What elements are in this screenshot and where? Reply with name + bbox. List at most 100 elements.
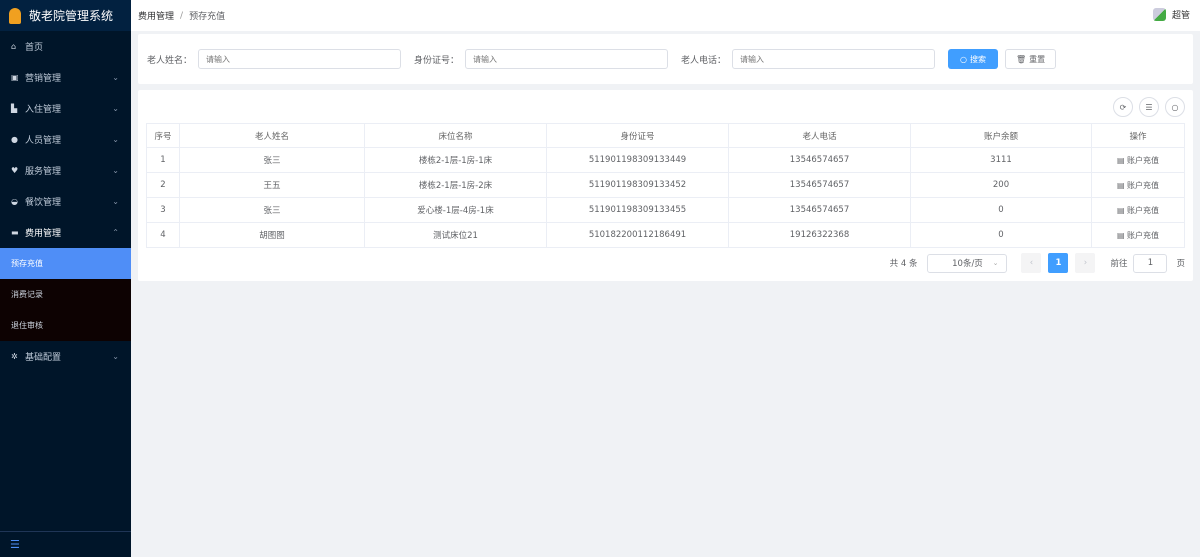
next-page-button[interactable]: › — [1075, 253, 1095, 273]
recharge-label: 账户充值 — [1127, 156, 1159, 165]
column-header: 账户余额 — [911, 124, 1092, 148]
search-form: 老人姓名： 身份证号： 老人电话： ○搜索 🗑重置 — [138, 34, 1193, 84]
table-cell: 13546574657 — [729, 198, 911, 223]
top-header: 费用管理 / 预存充值 超管 — [131, 0, 1200, 31]
sidebar-item-label: 入住管理 — [25, 102, 61, 115]
action-cell: ▤ 账户充值 — [1092, 223, 1185, 248]
table-cell: 511901198309133452 — [547, 173, 729, 198]
table-cell: 13546574657 — [729, 173, 911, 198]
page-suffix: 页 — [1176, 257, 1185, 269]
columns-settings-button[interactable]: ☰ — [1139, 97, 1159, 117]
user-name: 超管 — [1172, 8, 1190, 21]
wallet-icon: ▤ — [1117, 181, 1127, 190]
table-row: 3张三爱心楼-1层-4房-1床5119011983091334551354657… — [147, 198, 1185, 223]
sidebar-item-3[interactable]: ●人员管理⌄ — [0, 124, 131, 155]
refresh-button[interactable]: ⟳ — [1113, 97, 1133, 117]
sidebar-item-label: 首页 — [25, 40, 43, 53]
breadcrumb-parent[interactable]: 费用管理 — [138, 9, 174, 22]
table-row: 1张三楼栋2-1层-1房-1床5119011983091334491354657… — [147, 148, 1185, 173]
search-icon: ○ — [960, 55, 967, 64]
sidebar-item-label: 营销管理 — [25, 71, 61, 84]
app-logo[interactable]: 敬老院管理系统 — [0, 0, 131, 31]
table-cell: 楼栋2-1层-1房-2床 — [365, 173, 547, 198]
column-header: 老人姓名 — [180, 124, 365, 148]
collapse-sidebar-button[interactable]: ☰ — [0, 531, 131, 557]
wallet-icon: ▤ — [1117, 231, 1127, 240]
chevron-down-icon: ⌄ — [112, 135, 119, 144]
reset-button[interactable]: 🗑重置 — [1005, 49, 1056, 69]
trash-icon: 🗑 — [1016, 55, 1026, 64]
recharge-table: 序号老人姓名床位名称身份证号老人电话账户余额操作 1张三楼栋2-1层-1房-1床… — [146, 123, 1185, 248]
app-title: 敬老院管理系统 — [29, 7, 113, 24]
table-cell: 511901198309133449 — [547, 148, 729, 173]
wallet-icon: ▤ — [1117, 156, 1127, 165]
user-menu[interactable]: 超管 — [1153, 8, 1190, 21]
user-icon: ● — [11, 135, 21, 144]
recharge-button[interactable]: ▤ 账户充值 — [1117, 181, 1159, 190]
name-input[interactable] — [198, 49, 401, 69]
submenu-item-1[interactable]: 消费记录 — [0, 279, 131, 310]
table-cell: 张三 — [180, 198, 365, 223]
total-count: 共 4 条 — [890, 257, 918, 269]
id-label: 身份证号： — [414, 53, 459, 66]
chevron-down-icon: ⌄ — [112, 352, 119, 361]
action-cell: ▤ 账户充值 — [1092, 198, 1185, 223]
id-number-input[interactable] — [465, 49, 668, 69]
toggle-search-button[interactable]: ○ — [1165, 97, 1185, 117]
action-cell: ▤ 账户充值 — [1092, 148, 1185, 173]
table-cell: 测试床位21 — [365, 223, 547, 248]
table-card: ⟳ ☰ ○ 序号老人姓名床位名称身份证号老人电话账户余额操作 1张三楼栋2-1层… — [138, 90, 1193, 281]
pagination: 共 4 条 10条/页⌄ ‹ 1 › 前往 1 页 — [890, 253, 1185, 273]
sidebar-item-1[interactable]: ▣营销管理⌄ — [0, 62, 131, 93]
phone-input[interactable] — [732, 49, 935, 69]
breadcrumb-separator: / — [180, 11, 183, 21]
sidebar-item-6[interactable]: ▬ 费用管理 ⌃ — [0, 217, 131, 248]
search-label: 搜索 — [970, 54, 986, 65]
submenu-item-2[interactable]: 退住审核 — [0, 310, 131, 341]
bowl-icon: ◒ — [11, 197, 21, 206]
page-1-button[interactable]: 1 — [1048, 253, 1068, 273]
sidebar-item-4[interactable]: ♥ 服务管理 ⌄ — [0, 155, 131, 186]
table-cell: 张三 — [180, 148, 365, 173]
table-cell: 3111 — [911, 148, 1092, 173]
breadcrumb-current: 预存充值 — [189, 9, 225, 22]
heart-icon: ♥ — [11, 166, 21, 175]
sliders-icon: ☰ — [1145, 103, 1152, 112]
submenu-item-0[interactable]: 预存充值 — [0, 248, 131, 279]
table-row: 4胡图图测试床位21510182200112186491191263223680… — [147, 223, 1185, 248]
column-header: 身份证号 — [547, 124, 729, 148]
recharge-label: 账户充值 — [1127, 231, 1159, 240]
gear-icon: ✲ — [11, 352, 21, 361]
chevron-up-icon: ⌃ — [112, 228, 119, 237]
search-button[interactable]: ○搜索 — [948, 49, 998, 69]
sidebar-item-label: 餐饮管理 — [25, 195, 61, 208]
prev-page-button[interactable]: ‹ — [1021, 253, 1041, 273]
sidebar-item-5[interactable]: ◒餐饮管理⌄ — [0, 186, 131, 217]
recharge-button[interactable]: ▤ 账户充值 — [1117, 206, 1159, 215]
wallet-icon: ▤ — [1117, 206, 1127, 215]
name-label: 老人姓名： — [147, 53, 192, 66]
sidebar-item-label: 费用管理 — [25, 226, 61, 239]
table-row: 2王五楼栋2-1层-1房-2床5119011983091334521354657… — [147, 173, 1185, 198]
action-cell: ▤ 账户充值 — [1092, 173, 1185, 198]
table-cell: 3 — [147, 198, 180, 223]
sidebar-item-basic-config[interactable]: ✲基础配置⌄ — [0, 341, 131, 372]
sidebar-item-0[interactable]: ⌂首页 — [0, 31, 131, 62]
table-cell: 511901198309133455 — [547, 198, 729, 223]
sidebar-item-2[interactable]: ▙ 入住管理 ⌄ — [0, 93, 131, 124]
sidebar-item-label: 服务管理 — [25, 164, 61, 177]
goto-label: 前往 — [1110, 257, 1127, 269]
card-icon: ▬ — [11, 228, 21, 237]
table-cell: 2 — [147, 173, 180, 198]
column-header: 床位名称 — [365, 124, 547, 148]
table-cell: 爱心楼-1层-4房-1床 — [365, 198, 547, 223]
chevron-down-icon: ⌄ — [112, 73, 119, 82]
recharge-button[interactable]: ▤ 账户充值 — [1117, 156, 1159, 165]
building-icon: ▙ — [11, 104, 21, 113]
chevron-down-icon: ⌄ — [112, 166, 119, 175]
avatar — [1153, 8, 1166, 21]
chevron-down-icon: ⌄ — [112, 104, 119, 113]
page-size-select[interactable]: 10条/页⌄ — [927, 254, 1007, 273]
goto-page-input[interactable]: 1 — [1133, 254, 1167, 273]
recharge-button[interactable]: ▤ 账户充值 — [1117, 231, 1159, 240]
